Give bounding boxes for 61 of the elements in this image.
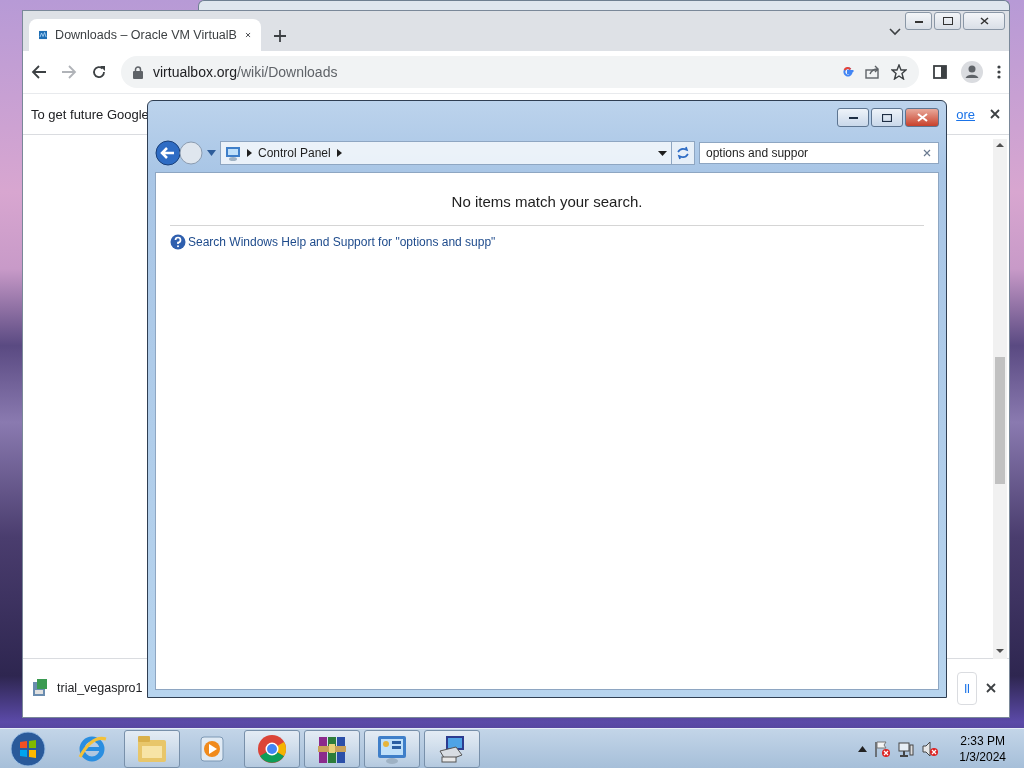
close-button[interactable] bbox=[905, 108, 939, 127]
control-panel-icon bbox=[225, 145, 241, 161]
installer-icon bbox=[31, 678, 49, 698]
chrome-icon bbox=[256, 732, 288, 765]
download-filename[interactable]: trial_vegaspro1 bbox=[57, 681, 143, 695]
no-results-message: No items match your search. bbox=[170, 193, 924, 226]
taskbar-button[interactable] bbox=[364, 729, 420, 768]
url-text: virtualbox.org/wiki/Downloads bbox=[153, 64, 338, 80]
arrow-icon[interactable] bbox=[247, 149, 252, 157]
chevron-down-icon[interactable] bbox=[889, 28, 901, 36]
refresh-button[interactable] bbox=[671, 141, 695, 165]
caret-icon[interactable] bbox=[658, 150, 667, 156]
reload-icon[interactable] bbox=[91, 64, 107, 80]
taskbar-button[interactable] bbox=[244, 729, 300, 768]
clear-icon[interactable] bbox=[923, 149, 931, 157]
arrow-icon[interactable] bbox=[336, 149, 342, 157]
media-player-icon bbox=[199, 734, 225, 763]
folder-icon bbox=[136, 733, 168, 764]
maximize-button[interactable] bbox=[871, 108, 903, 127]
tab-title: Downloads – Oracle VM VirtualB bbox=[55, 28, 237, 42]
profile-icon[interactable] bbox=[961, 61, 983, 83]
close-button[interactable] bbox=[963, 12, 1005, 30]
browser-tab[interactable]: Downloads – Oracle VM VirtualB bbox=[29, 19, 261, 51]
back-icon[interactable] bbox=[155, 140, 181, 166]
learn-more-link[interactable]: ore bbox=[956, 106, 975, 122]
side-panel-icon[interactable] bbox=[933, 65, 947, 79]
minimize-button[interactable] bbox=[905, 12, 932, 30]
maximize-button[interactable] bbox=[934, 12, 961, 30]
close-icon bbox=[979, 17, 989, 25]
close-icon bbox=[916, 113, 928, 122]
share-icon[interactable] bbox=[865, 65, 881, 79]
network-icon[interactable] bbox=[897, 739, 916, 758]
lock-icon bbox=[133, 65, 143, 79]
refresh-icon bbox=[676, 146, 690, 160]
address-bar[interactable]: virtualbox.org/wiki/Downloads bbox=[121, 56, 919, 88]
close-icon[interactable] bbox=[989, 108, 1001, 120]
breadcrumb-item[interactable]: Control Panel bbox=[258, 146, 331, 160]
help-icon bbox=[170, 234, 186, 250]
back-icon[interactable] bbox=[31, 64, 47, 80]
taskbar-button[interactable] bbox=[304, 729, 360, 768]
new-tab-icon[interactable] bbox=[273, 29, 287, 43]
muted-speaker-icon[interactable] bbox=[921, 739, 940, 758]
show-all-button[interactable]: ll bbox=[957, 671, 977, 705]
close-icon[interactable] bbox=[985, 682, 997, 694]
flag-icon[interactable] bbox=[873, 739, 892, 758]
clock-date[interactable]: 1/3/2024 bbox=[959, 748, 1006, 765]
minimize-icon bbox=[914, 18, 923, 24]
clock-time[interactable]: 2:33 PM bbox=[960, 732, 1005, 749]
google-icon[interactable] bbox=[841, 65, 855, 79]
help-link[interactable]: Search Windows Help and Support for "options and supp" bbox=[188, 235, 496, 249]
show-hidden-icon[interactable] bbox=[858, 745, 868, 752]
maximize-icon bbox=[882, 113, 892, 122]
star-icon[interactable] bbox=[891, 64, 907, 80]
address-bar[interactable]: Control Panel bbox=[220, 141, 672, 165]
minimize-button[interactable] bbox=[837, 108, 869, 127]
taskbar-button[interactable] bbox=[424, 729, 480, 768]
infobar-message: To get future Google bbox=[31, 106, 149, 122]
start-button[interactable] bbox=[10, 730, 46, 767]
maximize-icon bbox=[942, 17, 953, 25]
search-field[interactable]: options and suppor bbox=[699, 142, 939, 164]
menu-icon[interactable] bbox=[997, 65, 1001, 79]
